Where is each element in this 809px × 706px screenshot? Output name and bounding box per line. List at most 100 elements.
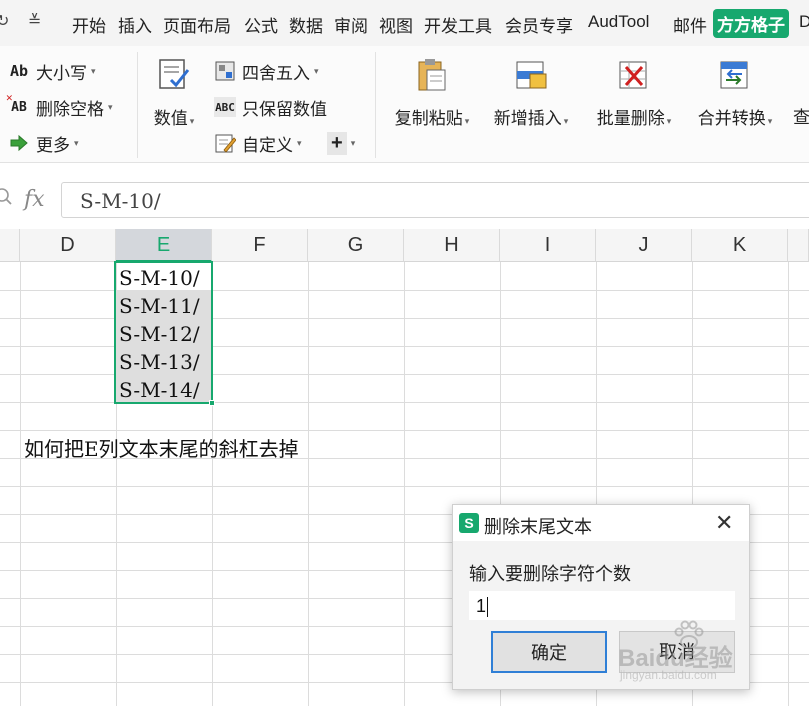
tab-review[interactable]: 审阅	[334, 12, 368, 37]
copy-paste-label: 复制粘贴	[394, 109, 463, 128]
chevron-down-icon: ▾	[297, 137, 302, 148]
chevron-down-icon: ▾	[74, 137, 79, 148]
number-label: 数值	[153, 109, 188, 128]
watermark-url: jingyan.baidu.com	[620, 668, 717, 682]
case-label: 大小写	[36, 63, 87, 83]
formula-bar: fx S-M-10/	[0, 163, 809, 229]
dialog-prompt: 输入要删除字符个数	[469, 564, 631, 584]
keep-numbers-button[interactable]: ABC 只保留数值	[214, 94, 327, 120]
round-label: 四舍五入	[242, 63, 310, 83]
tab-mail[interactable]: 邮件	[673, 12, 707, 37]
grid-row-line	[0, 486, 809, 487]
tab-d[interactable]: D	[799, 12, 809, 32]
plus-icon: +	[327, 131, 347, 155]
chevron-down-icon: ▾	[563, 116, 569, 126]
tab-page-layout[interactable]: 页面布局	[163, 12, 231, 37]
insert-button[interactable]: 新增插入 ▾	[484, 54, 578, 154]
number-icon	[157, 58, 191, 92]
grid-column-line	[20, 262, 21, 706]
plus-button[interactable]: + ▾	[327, 130, 355, 156]
delete-grid-icon	[617, 58, 651, 92]
formula-input[interactable]: S-M-10/	[61, 182, 809, 218]
tab-fangfangezi[interactable]: 方方格子	[713, 9, 789, 38]
column-header-e[interactable]: E	[116, 229, 212, 262]
ribbon: Ab 大小写 ▾ ✕ AB 删除空格 ▾ 更多 ▾ 数值 ▾ 四舍五入 ▾ AB…	[0, 46, 809, 163]
column-header-l[interactable]	[788, 229, 809, 262]
app-logo-icon: S	[459, 513, 479, 533]
tab-audtool[interactable]: AudTool	[588, 12, 649, 32]
quick-access-dropdown-icon[interactable]: ≚	[28, 11, 41, 31]
more-label: 更多	[36, 135, 70, 155]
tab-view[interactable]: 视图	[379, 12, 413, 37]
insert-label: 新增插入	[493, 109, 562, 128]
column-header-i[interactable]: I	[500, 229, 596, 262]
batch-delete-button[interactable]: 批量删除 ▾	[587, 54, 681, 154]
custom-button[interactable]: 自定义 ▾	[214, 130, 302, 156]
remove-spaces-icon: ✕ AB	[6, 91, 27, 115]
search-icon[interactable]	[0, 187, 14, 213]
char-count-input[interactable]: 1	[469, 591, 735, 620]
find-label: 查	[793, 107, 809, 127]
remove-spaces-button[interactable]: ✕ AB 删除空格 ▾	[6, 91, 113, 120]
chevron-down-icon: ▾	[350, 137, 356, 148]
batch-delete-label: 批量删除	[596, 109, 665, 128]
merge-convert-button[interactable]: 合并转换 ▾	[688, 54, 782, 154]
case-button[interactable]: Ab 大小写 ▾	[8, 58, 96, 84]
note-cell[interactable]: 如何把E列文本末尾的斜杠去掉	[24, 433, 299, 462]
case-icon: Ab	[9, 62, 29, 80]
find-button[interactable]: 查	[793, 102, 809, 128]
baidu-watermark: Baidu经验 jingyan.baidu.com	[618, 618, 768, 688]
redo-icon[interactable]: ↻	[0, 11, 9, 31]
chevron-down-icon: ▾	[91, 65, 96, 76]
ok-button[interactable]: 确定	[491, 631, 607, 673]
grid-row-line	[0, 430, 809, 431]
ribbon-separator	[375, 52, 376, 158]
close-icon[interactable]: ✕	[715, 510, 733, 536]
formula-value: S-M-10/	[80, 189, 161, 213]
round-button[interactable]: 四舍五入 ▾	[214, 58, 319, 84]
insert-rows-icon	[514, 58, 548, 92]
row-header-corner	[0, 229, 20, 262]
keep-numbers-label: 只保留数值	[242, 99, 327, 119]
column-header-d[interactable]: D	[20, 229, 116, 262]
chevron-down-icon: ▾	[666, 116, 672, 126]
custom-label: 自定义	[242, 135, 293, 155]
grid-column-line	[788, 262, 789, 706]
menu-bar: ↻ ≚ 开始 插入 页面布局 公式 数据 审阅 视图 开发工具 会员专享 Aud…	[0, 0, 809, 46]
dialog-titlebar[interactable]: S 删除末尾文本 ✕	[453, 505, 749, 541]
fill-handle[interactable]	[209, 400, 215, 406]
column-header-g[interactable]: G	[308, 229, 404, 262]
selection-border	[114, 261, 213, 404]
grid-column-line	[308, 262, 309, 706]
merge-convert-icon	[718, 58, 752, 92]
column-header-j[interactable]: J	[596, 229, 692, 262]
edit-icon	[214, 133, 236, 153]
tab-member[interactable]: 会员专享	[505, 12, 573, 37]
fx-icon[interactable]: fx	[24, 187, 45, 212]
copy-paste-button[interactable]: 复制粘贴 ▾	[385, 54, 479, 154]
grid-column-line	[404, 262, 405, 706]
tab-home[interactable]: 开始	[72, 12, 106, 37]
column-header-f[interactable]: F	[212, 229, 308, 262]
merge-convert-label: 合并转换	[697, 109, 766, 128]
number-button[interactable]: 数值 ▾	[127, 54, 221, 154]
column-header-k[interactable]: K	[692, 229, 788, 262]
more-button[interactable]: 更多 ▾	[8, 130, 79, 156]
tab-data[interactable]: 数据	[289, 12, 323, 37]
dialog-title: 删除末尾文本	[484, 517, 592, 537]
tab-developer[interactable]: 开发工具	[424, 12, 492, 37]
chevron-down-icon: ▾	[767, 116, 773, 126]
tab-insert[interactable]: 插入	[118, 12, 152, 37]
keep-numbers-icon: ABC	[214, 97, 236, 117]
tab-formulas[interactable]: 公式	[244, 12, 278, 37]
remove-spaces-icon-text: AB	[11, 99, 27, 115]
chevron-down-icon: ▾	[314, 65, 319, 76]
remove-spaces-label: 删除空格	[36, 99, 104, 119]
clipboard-icon	[415, 58, 449, 92]
column-header-h[interactable]: H	[404, 229, 500, 262]
round-icon	[214, 61, 236, 81]
chevron-down-icon: ▾	[108, 101, 113, 112]
arrow-right-icon	[8, 133, 30, 153]
chevron-down-icon: ▾	[464, 116, 470, 126]
chevron-down-icon: ▾	[189, 116, 195, 126]
